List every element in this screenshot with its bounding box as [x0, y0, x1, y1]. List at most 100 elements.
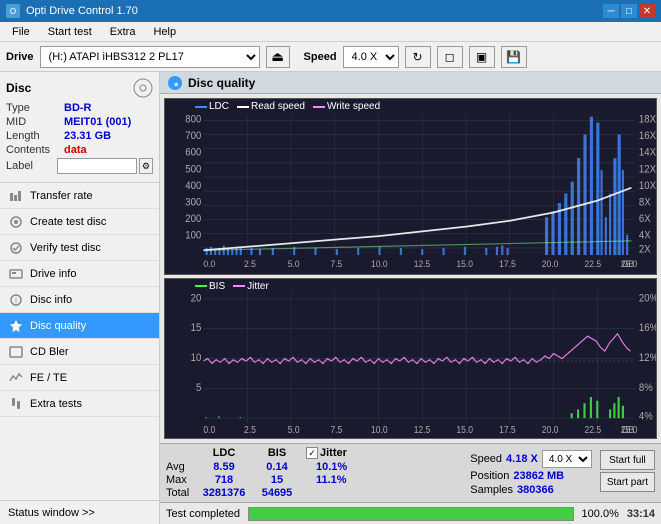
progress-area: Test completed 100.0% 33:14	[160, 502, 661, 524]
svg-text:10X: 10X	[639, 180, 656, 192]
position-value: 23862 MB	[513, 470, 564, 482]
sidebar-item-fe-te[interactable]: FE / TE	[0, 365, 159, 391]
disc-type-row: Type BD-R	[6, 102, 153, 114]
start-buttons: Start full Start part	[600, 450, 655, 492]
menu-file[interactable]: File	[4, 24, 38, 40]
sidebar: Disc Type BD-R MID MEIT01 (001) Length 2…	[0, 72, 160, 524]
drive-select[interactable]: (H:) ATAPI iHBS312 2 PL17	[40, 46, 260, 68]
progress-bar-inner	[249, 508, 573, 520]
svg-text:12.5: 12.5	[414, 258, 431, 268]
app-title: Opti Drive Control 1.70	[26, 5, 138, 17]
progress-percent: 100.0%	[582, 508, 619, 520]
avg-ldc: 8.59	[196, 461, 252, 473]
svg-text:20.0: 20.0	[542, 424, 559, 435]
svg-text:10: 10	[191, 352, 202, 364]
main-layout: Disc Type BD-R MID MEIT01 (001) Length 2…	[0, 72, 661, 524]
verify-test-disc-icon	[8, 240, 24, 256]
menu-start-test[interactable]: Start test	[40, 24, 100, 40]
speed-select[interactable]: 4.0 X	[343, 46, 399, 68]
disc-contents-label: Contents	[6, 144, 64, 156]
save-button[interactable]: 💾	[501, 46, 527, 68]
stats-table: LDC BIS ✓ Jitter Avg 8.59 0.14 10.1% Max…	[166, 447, 347, 499]
svg-text:7.5: 7.5	[330, 424, 342, 435]
sidebar-item-label-fe-te: FE / TE	[30, 372, 67, 384]
disc-label-button[interactable]: ⚙	[139, 158, 153, 174]
svg-text:10.0: 10.0	[371, 424, 388, 435]
speed-position-samples: Speed 4.18 X 4.0 X Position 23862 MB Sam…	[470, 450, 592, 496]
svg-text:18X: 18X	[639, 114, 656, 126]
start-full-button[interactable]: Start full	[600, 450, 655, 470]
disc-contents-value: data	[64, 144, 87, 156]
transfer-rate-icon	[8, 188, 24, 204]
sidebar-item-label-disc-info: Disc info	[30, 294, 72, 306]
disc-label-input[interactable]	[57, 158, 137, 174]
svg-text:6X: 6X	[639, 214, 651, 226]
svg-text:200: 200	[185, 214, 201, 226]
status-window-button[interactable]: Status window >>	[0, 500, 159, 524]
legend-read-speed-label: Read speed	[251, 101, 305, 112]
ldc-header: LDC	[196, 447, 252, 459]
svg-text:8%: 8%	[639, 382, 653, 394]
sidebar-item-label-create: Create test disc	[30, 216, 106, 228]
title-bar: O Opti Drive Control 1.70 ─ □ ✕	[0, 0, 661, 22]
sidebar-item-disc-quality[interactable]: Disc quality	[0, 313, 159, 339]
drive-label: Drive	[6, 51, 34, 63]
svg-text:20%: 20%	[639, 293, 656, 305]
legend-bis-label: BIS	[209, 281, 225, 292]
samples-value: 380366	[517, 484, 554, 496]
svg-text:14X: 14X	[639, 147, 656, 159]
svg-text:16%: 16%	[639, 323, 656, 335]
svg-text:0.0: 0.0	[203, 258, 215, 268]
erase-button[interactable]: ◻	[437, 46, 463, 68]
legend-ldc: LDC	[195, 101, 229, 112]
svg-text:600: 600	[185, 147, 201, 159]
burn-button[interactable]: ▣	[469, 46, 495, 68]
svg-text:5.0: 5.0	[288, 258, 300, 268]
sidebar-item-transfer-rate[interactable]: Transfer rate	[0, 183, 159, 209]
total-bis: 54695	[254, 487, 300, 499]
charts-area: LDC Read speed Write speed	[160, 94, 661, 443]
svg-text:0.0: 0.0	[203, 424, 215, 435]
svg-text:300: 300	[185, 197, 201, 209]
svg-text:5.0: 5.0	[288, 424, 300, 435]
sidebar-item-drive-info[interactable]: Drive info	[0, 261, 159, 287]
max-jitter: 11.1%	[316, 474, 347, 486]
sidebar-item-label-drive-info: Drive info	[30, 268, 76, 280]
svg-text:GB: GB	[622, 258, 634, 268]
content-area: Disc quality LDC Read speed Wr	[160, 72, 661, 524]
sidebar-item-extra-tests[interactable]: Extra tests	[0, 391, 159, 417]
sidebar-item-label-disc-quality: Disc quality	[30, 320, 86, 332]
maximize-button[interactable]: □	[621, 4, 637, 18]
sidebar-item-create-test-disc[interactable]: Create test disc	[0, 209, 159, 235]
minimize-button[interactable]: ─	[603, 4, 619, 18]
sidebar-item-verify-test-disc[interactable]: Verify test disc	[0, 235, 159, 261]
svg-text:20: 20	[191, 293, 202, 305]
svg-text:7.5: 7.5	[330, 258, 342, 268]
sidebar-item-label-verify: Verify test disc	[30, 242, 101, 254]
lower-chart-svg: 20 15 10 5 20% 16% 12% 8% 4% 0.0 2.5 5.0…	[165, 279, 656, 438]
status-window-label: Status window >>	[8, 507, 95, 519]
refresh-button[interactable]: ↻	[405, 46, 431, 68]
legend-write-speed: Write speed	[313, 101, 380, 112]
close-button[interactable]: ✕	[639, 4, 655, 18]
sidebar-item-label-cd-bler: CD Bler	[30, 346, 69, 358]
sidebar-item-label-extra-tests: Extra tests	[30, 398, 82, 410]
fe-te-icon	[8, 370, 24, 386]
jitter-header: Jitter	[320, 447, 347, 459]
content-title: Disc quality	[188, 76, 255, 90]
disc-info-icon: i	[8, 292, 24, 308]
sidebar-item-disc-info[interactable]: i Disc info	[0, 287, 159, 313]
sidebar-item-cd-bler[interactable]: CD Bler	[0, 339, 159, 365]
start-part-button[interactable]: Start part	[600, 472, 655, 492]
drive-info-icon	[8, 266, 24, 282]
eject-button[interactable]: ⏏	[266, 46, 290, 68]
speed-select[interactable]: 4.0 X	[542, 450, 592, 468]
menu-bar: File Start test Extra Help	[0, 22, 661, 42]
svg-text:12%: 12%	[639, 352, 656, 364]
menu-help[interactable]: Help	[145, 24, 184, 40]
disc-mid-label: MID	[6, 116, 64, 128]
menu-extra[interactable]: Extra	[102, 24, 144, 40]
avg-bis: 0.14	[254, 461, 300, 473]
upper-chart-svg: 800 700 600 500 400 300 200 100 18X 16X …	[165, 99, 656, 274]
jitter-checkbox[interactable]: ✓	[306, 447, 318, 459]
